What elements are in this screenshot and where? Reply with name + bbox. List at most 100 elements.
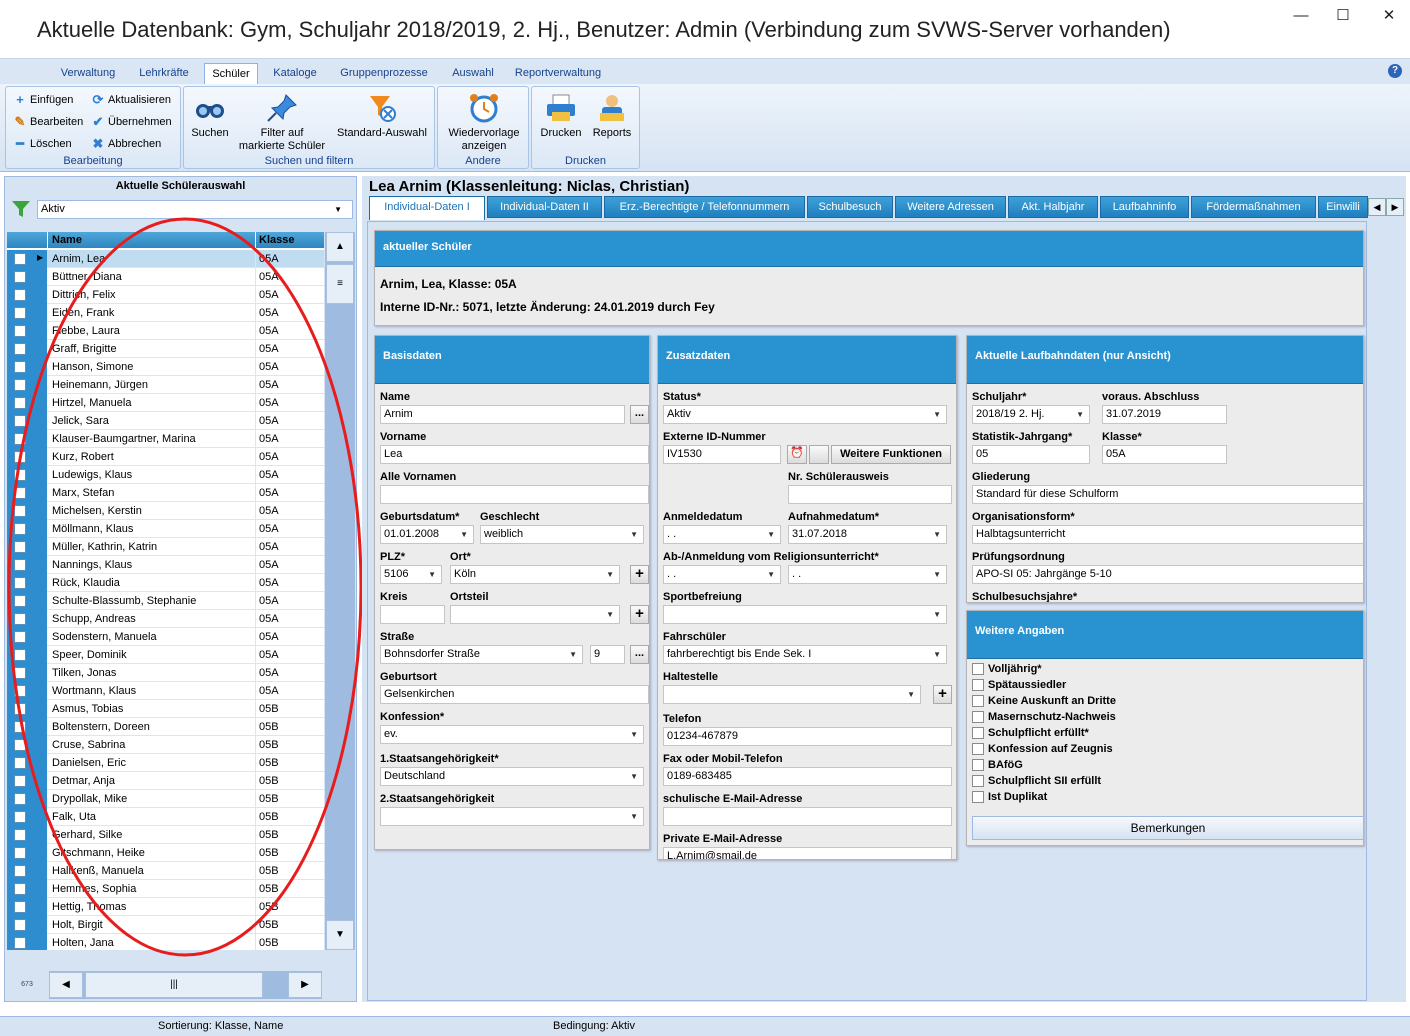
row-checkbox[interactable]	[14, 775, 26, 787]
add-haltestelle-button[interactable]: +	[933, 685, 952, 704]
konfession-select[interactable]: ev. ▼	[380, 725, 644, 744]
schulpflicht-sii-checkbox[interactable]: Schulpflicht SII erfüllt	[972, 775, 1101, 787]
row-selector[interactable]	[7, 718, 47, 736]
row-selector[interactable]	[7, 394, 47, 412]
tab-akt-halbjahr[interactable]: Akt. Halbjahr	[1008, 196, 1098, 218]
table-row[interactable]: Hanson, Simone 05A	[7, 358, 324, 376]
row-selector[interactable]: ▶	[7, 250, 47, 268]
table-row[interactable]: Kurz, Robert 05A	[7, 448, 324, 466]
name-more-button[interactable]: ...	[630, 405, 649, 424]
row-checkbox[interactable]	[14, 901, 26, 913]
row-selector[interactable]	[7, 898, 47, 916]
tab-scroll-left-icon[interactable]: ◀	[1368, 198, 1386, 216]
table-row[interactable]: Wortmann, Klaus 05A	[7, 682, 324, 700]
einfuegen-button[interactable]: + Einfügen	[12, 93, 73, 107]
row-checkbox[interactable]	[14, 667, 26, 679]
table-row[interactable]: Jelick, Sara 05A	[7, 412, 324, 430]
row-checkbox[interactable]	[14, 685, 26, 697]
row-checkbox[interactable]	[14, 325, 26, 337]
table-row[interactable]: Asmus, Tobias 05B	[7, 700, 324, 718]
row-checkbox[interactable]	[14, 397, 26, 409]
name-field[interactable]: Arnim	[380, 405, 625, 424]
table-row[interactable]: Schulte-Blassumb, Stephanie 05A	[7, 592, 324, 610]
ortsteil-select[interactable]: ▼	[450, 605, 620, 624]
bearbeiten-button[interactable]: ✎ Bearbeiten	[12, 115, 84, 129]
row-checkbox[interactable]	[14, 865, 26, 877]
add-ort-button[interactable]: +	[630, 565, 649, 584]
row-selector[interactable]	[7, 682, 47, 700]
abschluss-field[interactable]: 31.07.2019	[1102, 405, 1227, 424]
row-selector[interactable]	[7, 538, 47, 556]
statistik-jahrgang-field[interactable]: 05	[972, 445, 1090, 464]
row-checkbox[interactable]	[14, 559, 26, 571]
staat2-select[interactable]: ▼	[380, 807, 644, 826]
tab-laufbahninfo[interactable]: Laufbahninfo	[1100, 196, 1189, 218]
row-checkbox[interactable]	[14, 577, 26, 589]
blank-button[interactable]	[809, 445, 829, 464]
table-row[interactable]: Boltenstern, Doreen 05B	[7, 718, 324, 736]
schuelerausweis-field[interactable]	[788, 485, 952, 504]
row-selector[interactable]	[7, 268, 47, 286]
table-row[interactable]: Hemmes, Sophia 05B	[7, 880, 324, 898]
kreis-field[interactable]	[380, 605, 445, 624]
row-checkbox[interactable]	[14, 361, 26, 373]
row-selector[interactable]	[7, 304, 47, 322]
help-icon[interactable]: ?	[1388, 64, 1402, 78]
tab-scroll-right-icon[interactable]: ▶	[1386, 198, 1404, 216]
loeschen-button[interactable]: ━ Löschen	[12, 137, 72, 151]
extid-field[interactable]: IV1530	[663, 445, 781, 464]
suchen-button[interactable]: Suchen	[188, 93, 232, 140]
row-checkbox[interactable]	[14, 847, 26, 859]
scroll-up-icon[interactable]: ▲	[326, 232, 354, 262]
row-selector[interactable]	[7, 376, 47, 394]
row-checkbox[interactable]	[14, 811, 26, 823]
table-row[interactable]: Gitschmann, Heike 05B	[7, 844, 324, 862]
table-row[interactable]: Ludewigs, Klaus 05A	[7, 466, 324, 484]
table-row[interactable]: Hettig, Thomas 05B	[7, 898, 324, 916]
table-row[interactable]: Michelsen, Kerstin 05A	[7, 502, 324, 520]
private-email-field[interactable]: L.Arnim@smail.de	[663, 847, 952, 859]
row-checkbox[interactable]	[14, 721, 26, 733]
row-checkbox[interactable]	[14, 919, 26, 931]
row-checkbox[interactable]	[14, 541, 26, 553]
row-selector[interactable]	[7, 340, 47, 358]
tab-kataloge[interactable]: Kataloge	[264, 63, 326, 85]
row-checkbox[interactable]	[14, 253, 26, 265]
table-row[interactable]: Flebbe, Laura 05A	[7, 322, 324, 340]
aufnahmedatum-field[interactable]: 31.07.2018 ▼	[788, 525, 947, 544]
table-row[interactable]: Sodenstern, Manuela 05A	[7, 628, 324, 646]
alle-vornamen-field[interactable]	[380, 485, 649, 504]
table-row[interactable]: Hallkenß, Manuela 05B	[7, 862, 324, 880]
maximize-button[interactable]: ☐	[1328, 6, 1358, 26]
row-checkbox[interactable]	[14, 595, 26, 607]
organisationsform-field[interactable]: Halbtagsunterricht	[972, 525, 1363, 544]
bemerkungen-button[interactable]: Bemerkungen	[972, 816, 1364, 840]
table-row[interactable]: Möllmann, Klaus 05A	[7, 520, 324, 538]
row-selector[interactable]	[7, 628, 47, 646]
scroll-down-icon[interactable]: ▼	[326, 920, 354, 950]
tab-foerdermassnahmen[interactable]: Fördermaßnahmen	[1191, 196, 1316, 218]
tab-individual-daten-1[interactable]: Individual-Daten I	[369, 196, 485, 220]
fahrschueler-select[interactable]: fahrberechtigt bis Ende Sek. I ▼	[663, 645, 947, 664]
telefon-field[interactable]: 01234-467879	[663, 727, 952, 746]
table-row[interactable]: Drypollak, Mike 05B	[7, 790, 324, 808]
table-row[interactable]: Heinemann, Jürgen 05A	[7, 376, 324, 394]
tab-schueler[interactable]: Schüler	[204, 63, 258, 85]
row-selector[interactable]	[7, 790, 47, 808]
row-selector[interactable]	[7, 448, 47, 466]
tab-reportverwaltung[interactable]: Reportverwaltung	[508, 63, 608, 85]
row-selector[interactable]	[7, 754, 47, 772]
table-row[interactable]: Cruse, Sabrina 05B	[7, 736, 324, 754]
table-row[interactable]: Falk, Uta 05B	[7, 808, 324, 826]
strasse-select[interactable]: Bohnsdorfer Straße ▼	[380, 645, 583, 664]
add-ortsteil-button[interactable]: +	[630, 605, 649, 624]
table-row[interactable]: Holt, Birgit 05B	[7, 916, 324, 934]
hscroll-thumb[interactable]: |||	[85, 972, 263, 998]
aktualisieren-button[interactable]: ⟳ Aktualisieren	[90, 93, 171, 107]
row-selector[interactable]	[7, 700, 47, 718]
row-selector[interactable]	[7, 862, 47, 880]
row-checkbox[interactable]	[14, 523, 26, 535]
row-selector[interactable]	[7, 322, 47, 340]
table-row[interactable]: Speer, Dominik 05A	[7, 646, 324, 664]
row-checkbox[interactable]	[14, 829, 26, 841]
